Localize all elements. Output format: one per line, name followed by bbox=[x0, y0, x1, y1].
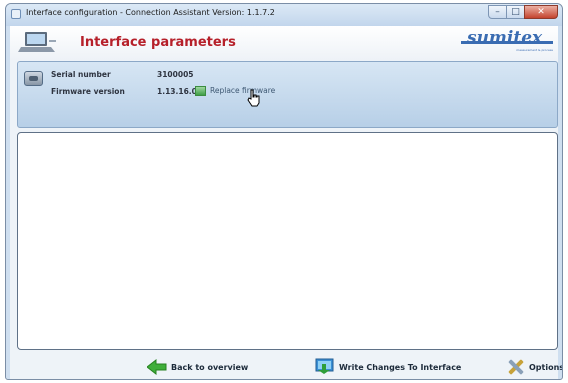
title-bar[interactable]: Interface configuration - Connection Ass… bbox=[6, 4, 562, 26]
minimize-button[interactable]: – bbox=[488, 5, 507, 19]
maximize-icon: □ bbox=[511, 7, 520, 17]
back-to-overview-button[interactable]: Back to overview bbox=[147, 357, 248, 377]
device-info-panel: Serial number 3100005 Firmware version 1… bbox=[17, 61, 558, 128]
arrow-left-icon bbox=[147, 359, 167, 375]
window-controls: – □ ✕ bbox=[488, 5, 558, 20]
options-label: Options bbox=[529, 362, 563, 372]
window-title: Interface configuration - Connection Ass… bbox=[26, 8, 275, 17]
serial-number-value: 3100005 bbox=[157, 70, 194, 79]
firmware-version-label: Firmware version bbox=[51, 87, 125, 96]
page-header: Interface parameters sumitex measurement… bbox=[10, 26, 558, 60]
tools-icon bbox=[508, 359, 524, 375]
options-button[interactable]: Options bbox=[507, 357, 563, 377]
write-changes-button[interactable]: Write Changes To Interface bbox=[315, 357, 461, 377]
close-button[interactable]: ✕ bbox=[524, 5, 558, 19]
back-to-overview-label: Back to overview bbox=[171, 362, 249, 372]
logo-text: sumitex bbox=[467, 28, 543, 48]
hand-cursor-icon bbox=[247, 89, 260, 107]
app-window: Interface configuration - Connection Ass… bbox=[5, 3, 563, 380]
write-changes-label: Write Changes To Interface bbox=[339, 362, 462, 372]
app-icon[interactable] bbox=[11, 9, 21, 19]
replace-firmware-link[interactable]: Replace firmware bbox=[210, 86, 275, 95]
write-to-interface-icon bbox=[315, 358, 334, 374]
close-icon: ✕ bbox=[537, 7, 545, 17]
chip-icon bbox=[24, 71, 43, 86]
maximize-button[interactable]: □ bbox=[506, 5, 525, 19]
firmware-version-value: 1.13.16.0 bbox=[157, 87, 197, 96]
company-logo: sumitex measurement & process bbox=[461, 28, 553, 54]
laptop-icon bbox=[18, 32, 56, 52]
logo-tagline: measurement & process bbox=[516, 48, 553, 52]
window-content: Interface parameters sumitex measurement… bbox=[10, 26, 562, 379]
page-title: Interface parameters bbox=[80, 35, 236, 50]
footer-toolbar: Back to overview Write Changes To Interf… bbox=[10, 354, 562, 379]
firmware-update-icon[interactable] bbox=[195, 86, 206, 96]
main-content-area bbox=[17, 132, 558, 350]
minimize-icon: – bbox=[495, 7, 500, 17]
serial-number-label: Serial number bbox=[51, 70, 111, 79]
